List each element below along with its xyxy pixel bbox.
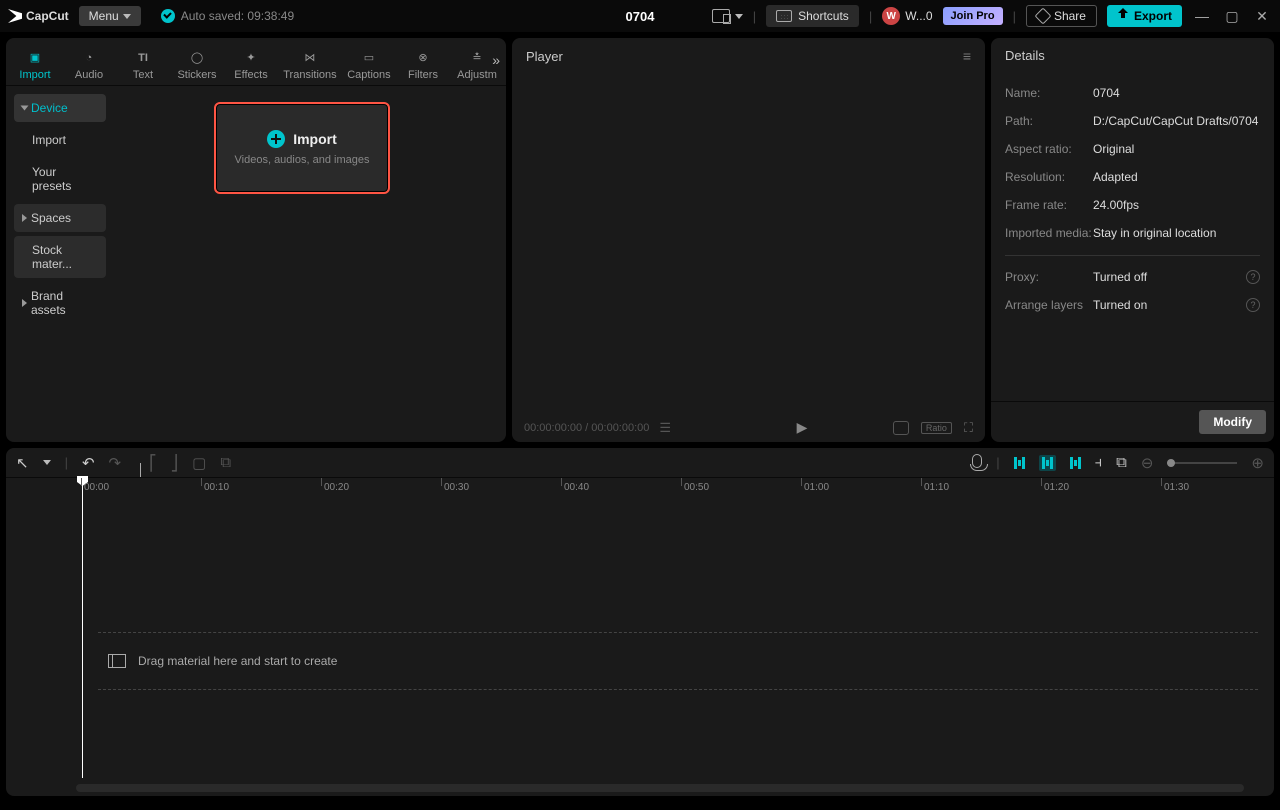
timeline-ruler[interactable]: 00:00 00:10 00:20 00:30 00:40 00:50 01:0… xyxy=(6,478,1274,502)
detail-imported-media: Stay in original location xyxy=(1093,226,1260,240)
tab-stickers[interactable]: ◯Stickers xyxy=(176,49,218,81)
tab-transitions[interactable]: ⋈Transitions xyxy=(284,49,336,81)
app-logo: CapCut xyxy=(8,9,69,23)
sidebar-item-device[interactable]: Device xyxy=(14,94,106,122)
timecode: 00:00:00:00 / 00:00:00:00 xyxy=(524,422,649,434)
detail-aspect: Original xyxy=(1093,142,1260,156)
undo-button[interactable]: ↶ xyxy=(82,454,95,472)
audio-icon: ◔ xyxy=(80,49,98,67)
caret-down-icon xyxy=(21,106,29,111)
adjustment-icon: ≛ xyxy=(468,49,486,67)
text-icon: TI xyxy=(134,49,152,67)
player-panel: Player ≡ 00:00:00:00 / 00:00:00:00 ☰ ▶ R… xyxy=(512,38,985,442)
menu-button[interactable]: Menu xyxy=(79,6,141,26)
tab-import[interactable]: ▣Import xyxy=(14,49,56,81)
project-title: 0704 xyxy=(626,9,655,24)
caret-right-icon xyxy=(22,299,27,307)
capcut-icon xyxy=(8,9,22,23)
chevron-down-icon xyxy=(123,14,131,19)
split-left-button[interactable]: ⎡ xyxy=(149,454,157,472)
player-title: Player xyxy=(526,49,563,64)
close-button[interactable]: ✕ xyxy=(1252,6,1272,26)
plus-icon xyxy=(267,130,285,148)
stickers-icon: ◯ xyxy=(188,49,206,67)
avatar: W xyxy=(882,7,900,25)
sidebar-item-import[interactable]: Import xyxy=(14,126,106,154)
user-profile[interactable]: W W...0 xyxy=(882,7,932,25)
caret-right-icon xyxy=(22,214,27,222)
magnet-left-button[interactable] xyxy=(1014,457,1025,469)
details-panel: Details Name:0704 Path:D:/CapCut/CapCut … xyxy=(991,38,1274,442)
devices-icon xyxy=(712,9,730,23)
detail-framerate: 24.00fps xyxy=(1093,198,1260,212)
clip-icon xyxy=(108,654,126,668)
effects-icon: ✦ xyxy=(242,49,260,67)
filters-icon: ⊗ xyxy=(414,49,432,67)
join-pro-button[interactable]: Join Pro xyxy=(943,7,1003,25)
timeline-drop-zone[interactable]: Drag material here and start to create xyxy=(98,632,1258,690)
delete-button[interactable]: ▢ xyxy=(192,454,206,472)
chevron-down-icon xyxy=(735,14,743,19)
detail-layers: Turned on xyxy=(1093,298,1246,312)
link-icon xyxy=(1034,8,1051,25)
sidebar-item-spaces[interactable]: Spaces xyxy=(14,204,106,232)
transitions-icon: ⋈ xyxy=(301,49,319,67)
details-title: Details xyxy=(1005,48,1045,63)
zoom-out-button[interactable]: ⊖ xyxy=(1141,454,1154,472)
upload-icon xyxy=(1117,10,1129,22)
detail-name: 0704 xyxy=(1093,86,1260,100)
timeline-panel: ↖ | ↶ ↷ ⎡ ⎦ ▢ ⧉ | ⫞ ⧉ ⊖ ⊕ 00:00 00:10 00… xyxy=(6,448,1274,796)
crop-button[interactable]: ⧉ xyxy=(220,454,231,471)
magnet-right-button[interactable] xyxy=(1070,457,1081,469)
detail-resolution: Adapted xyxy=(1093,170,1260,184)
maximize-button[interactable]: ▢ xyxy=(1222,6,1242,26)
modify-button[interactable]: Modify xyxy=(1199,410,1266,434)
help-icon[interactable]: ? xyxy=(1246,270,1260,284)
sidebar-item-stock[interactable]: Stock mater... xyxy=(14,236,106,278)
tab-filters[interactable]: ⊗Filters xyxy=(402,49,444,81)
share-button[interactable]: Share xyxy=(1026,5,1097,27)
autosave-status: Auto saved: 09:38:49 xyxy=(161,9,294,23)
captions-icon: ▭ xyxy=(360,49,378,67)
tab-audio[interactable]: ◔Audio xyxy=(68,49,110,81)
tab-captions[interactable]: ▭Captions xyxy=(348,49,390,81)
zoom-in-button[interactable]: ⊕ xyxy=(1251,454,1264,472)
minimize-button[interactable]: — xyxy=(1192,6,1212,26)
more-tabs-button[interactable]: » xyxy=(492,52,500,68)
list-icon[interactable]: ☰ xyxy=(659,420,671,436)
help-icon[interactable]: ? xyxy=(1246,298,1260,312)
redo-button[interactable]: ↷ xyxy=(109,454,122,472)
fullscreen-button[interactable]: ⛶ xyxy=(964,420,973,436)
media-panel: ▣Import ◔Audio TIText ◯Stickers ✦Effects… xyxy=(6,38,506,442)
timeline-scrollbar[interactable] xyxy=(76,784,1244,792)
detail-proxy: Turned off xyxy=(1093,270,1246,284)
zoom-slider[interactable] xyxy=(1167,462,1237,464)
play-button[interactable]: ▶ xyxy=(797,419,808,436)
player-menu-button[interactable]: ≡ xyxy=(963,48,971,64)
tab-effects[interactable]: ✦Effects xyxy=(230,49,272,81)
sidebar-item-brand[interactable]: Brand assets xyxy=(14,282,106,324)
split-right-button[interactable]: ⎦ xyxy=(171,454,179,472)
record-button[interactable] xyxy=(972,454,982,472)
ratio-button[interactable]: Ratio xyxy=(921,422,952,434)
check-circle-icon xyxy=(161,9,175,23)
export-button[interactable]: Export xyxy=(1107,5,1182,27)
keyboard-icon xyxy=(776,10,792,22)
pointer-tool[interactable]: ↖ xyxy=(16,454,29,472)
align-button[interactable]: ⫞ xyxy=(1095,454,1103,471)
crop-icon[interactable] xyxy=(893,421,909,435)
player-viewport[interactable] xyxy=(512,74,985,413)
sidebar-item-presets[interactable]: Your presets xyxy=(14,158,106,200)
username: W...0 xyxy=(905,9,932,23)
shortcuts-button[interactable]: Shortcuts xyxy=(766,5,859,27)
magnet-center-button[interactable] xyxy=(1039,455,1056,471)
tab-text[interactable]: TIText xyxy=(122,49,164,81)
devices-dropdown[interactable] xyxy=(712,9,743,23)
detail-path: D:/CapCut/CapCut Drafts/0704 xyxy=(1093,114,1260,128)
preview-button[interactable]: ⧉ xyxy=(1116,454,1127,471)
import-drop-zone[interactable]: Import Videos, audios, and images xyxy=(214,102,390,194)
brand-label: CapCut xyxy=(26,9,69,23)
chevron-down-icon[interactable] xyxy=(43,460,51,465)
import-icon: ▣ xyxy=(26,49,44,67)
